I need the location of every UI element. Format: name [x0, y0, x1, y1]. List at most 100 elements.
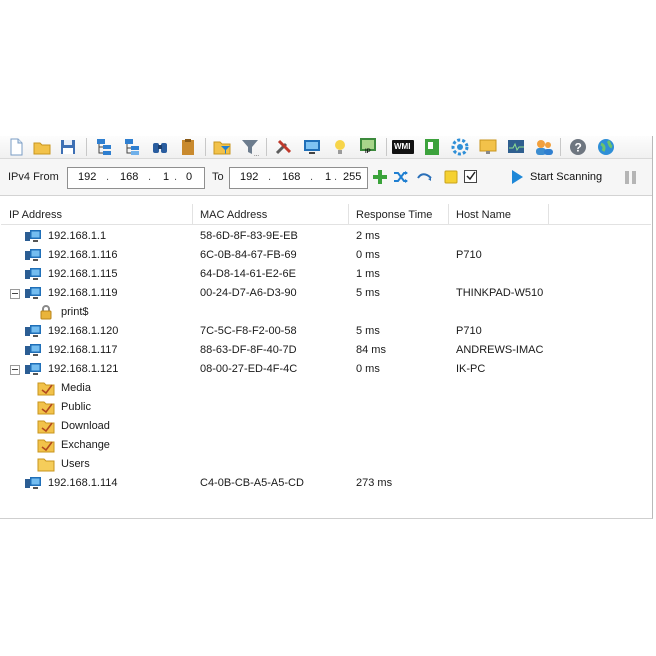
ip-to-octet-3: 1	[325, 171, 332, 183]
column-header-host-name[interactable]: Host Name	[448, 204, 549, 224]
shuffle-icon[interactable]	[393, 169, 409, 185]
display-icon[interactable]	[478, 137, 498, 157]
ip-from-octet-3: 1	[163, 171, 170, 183]
ip-address-cell: 192.168.1.117	[48, 344, 118, 356]
column-header-response-time[interactable]: Response Time	[348, 204, 449, 224]
select-checkbox[interactable]	[463, 169, 479, 185]
ip-address-cell: 192.168.1.116	[48, 249, 118, 261]
clipboard-icon[interactable]	[178, 137, 198, 157]
share-name-cell: Media	[61, 382, 91, 394]
ip-address-cell: 192.168.1.120	[48, 325, 119, 337]
save-icon[interactable]	[58, 137, 78, 157]
response-time-cell: 273 ms	[356, 477, 393, 489]
response-time-cell: 2 ms	[356, 230, 380, 242]
computer-icon[interactable]	[302, 137, 322, 157]
column-label: Host Name	[456, 209, 512, 221]
shared-folder-icon	[37, 437, 55, 453]
share-name-cell: Download	[61, 420, 110, 432]
ip-to-input[interactable]: 192 . 168 . 1 . 255	[229, 167, 368, 189]
host-name-cell: P710	[456, 325, 482, 337]
host-row[interactable]: 192.168.1.117 88-63-DF-8F-40-7D 84 ms ANDRE…	[1, 341, 651, 360]
note-icon[interactable]	[443, 169, 459, 185]
share-row[interactable]: Exchange	[1, 436, 651, 455]
binoculars-icon[interactable]	[150, 137, 170, 157]
host-row[interactable]: 192.168.1.116 6C-0B-84-67-FB-69 0 ms P710	[1, 246, 651, 265]
collapse-toggle[interactable]	[10, 289, 20, 299]
ip-address-cell: 192.168.1.121	[48, 363, 119, 375]
open-folder-icon[interactable]	[32, 137, 52, 157]
folder-filter-icon[interactable]	[212, 137, 232, 157]
share-row[interactable]: print$	[1, 303, 651, 322]
range-link-icon[interactable]	[417, 169, 433, 185]
settings-gear-icon[interactable]	[450, 137, 470, 157]
share-row[interactable]: Download	[1, 417, 651, 436]
filter-icon[interactable]: ...	[240, 137, 260, 157]
mac-address-cell: 00-24-D7-A6-D3-90	[200, 287, 297, 299]
column-label: MAC Address	[200, 209, 268, 221]
computer-icon	[24, 266, 42, 282]
start-scanning-button[interactable]: Start Scanning	[508, 167, 608, 187]
tools-icon[interactable]	[274, 137, 294, 157]
host-row[interactable]: 192.168.1.119 00-24-D7-A6-D3-90 5 ms THINKP…	[1, 284, 651, 303]
collapse-toggle[interactable]	[10, 365, 20, 375]
wmi-label: WMI	[394, 142, 411, 151]
globe-icon[interactable]	[596, 137, 616, 157]
share-name-cell: Users	[61, 458, 90, 470]
new-file-icon[interactable]	[6, 137, 26, 157]
lock-icon	[37, 304, 55, 320]
shared-folder-icon	[37, 399, 55, 415]
users-icon[interactable]	[534, 137, 554, 157]
response-time-cell: 5 ms	[356, 325, 380, 337]
ip-to-octet-1: 192	[240, 171, 259, 183]
computer-icon	[24, 475, 42, 491]
column-header-mac-address[interactable]: MAC Address	[192, 204, 349, 224]
toolbar-separator	[266, 138, 267, 156]
ip-from-input[interactable]: 192 . 168 . 1 . 0	[67, 167, 205, 189]
ip-from-octet-2: 168	[120, 171, 139, 183]
host-name-cell: IK-PC	[456, 363, 486, 375]
host-row[interactable]: 192.168.1.121 08-00-27-ED-4F-4C 0 ms IK-PC	[1, 360, 651, 379]
computer-icon	[24, 228, 42, 244]
ip-badge-label: IP	[365, 149, 371, 155]
computer-icon	[24, 247, 42, 263]
tree-collapse-icon[interactable]	[122, 137, 142, 157]
wmi-icon[interactable]: WMI	[392, 137, 414, 157]
network-monitor-icon[interactable]	[506, 137, 526, 157]
host-name-cell: P710	[456, 249, 482, 261]
share-row[interactable]: Public	[1, 398, 651, 417]
computer-icon	[24, 285, 42, 301]
host-row[interactable]: 192.168.1.120 7C-5C-F8-F2-00-58 5 ms P710	[1, 322, 651, 341]
host-row[interactable]: 192.168.1.115 64-D8-14-61-E2-6E 1 ms	[1, 265, 651, 284]
share-name-cell: Public	[61, 401, 91, 413]
response-time-cell: 1 ms	[356, 268, 380, 280]
share-row[interactable]: Users	[1, 455, 651, 474]
help-icon[interactable]: ?	[568, 137, 588, 157]
ip-address-cell: 192.168.1.114	[48, 477, 118, 489]
pause-button[interactable]	[624, 169, 638, 185]
host-row[interactable]: 192.168.1.1 58-6D-8F-83-9E-EB 2 ms	[1, 227, 651, 246]
ip-scan-icon[interactable]: IP	[358, 137, 378, 157]
lightbulb-icon[interactable]	[330, 137, 350, 157]
share-name-cell: Exchange	[61, 439, 110, 451]
ipv4-from-label: IPv4 From	[8, 171, 59, 183]
mac-address-cell: 6C-0B-84-67-FB-69	[200, 249, 297, 261]
tree-expand-icon[interactable]	[94, 137, 114, 157]
shared-folder-icon	[37, 418, 55, 434]
column-header-ip-address[interactable]: IP Address	[1, 204, 193, 224]
add-range-icon[interactable]	[372, 169, 388, 185]
share-name-cell: print$	[61, 306, 89, 318]
ip-to-octet-4: 255	[343, 171, 362, 183]
green-document-icon[interactable]	[422, 137, 442, 157]
response-time-cell: 5 ms	[356, 287, 380, 299]
mac-address-cell: 58-6D-8F-83-9E-EB	[200, 230, 298, 242]
share-row[interactable]: Media	[1, 379, 651, 398]
folder-icon	[37, 456, 55, 472]
ip-to-label: To	[212, 171, 224, 183]
column-label: Response Time	[356, 209, 433, 221]
response-time-cell: 84 ms	[356, 344, 386, 356]
computer-icon	[24, 342, 42, 358]
mac-address-cell: 88-63-DF-8F-40-7D	[200, 344, 297, 356]
svg-text:?: ?	[575, 141, 582, 155]
response-time-cell: 0 ms	[356, 363, 380, 375]
host-row[interactable]: 192.168.1.114 C4-0B-CB-A5-A5-CD 273 ms	[1, 474, 651, 493]
